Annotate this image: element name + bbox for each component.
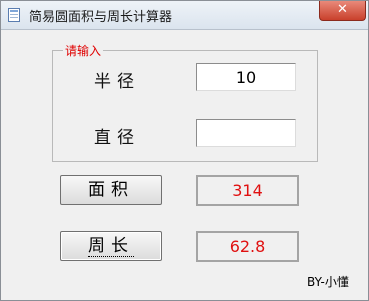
area-output: 314 <box>196 175 299 206</box>
perimeter-output: 62.8 <box>196 231 299 262</box>
author-byline: BY-小懂 <box>307 275 349 289</box>
close-button[interactable]: ✕ <box>319 1 366 21</box>
group-legend: 请输入 <box>63 42 104 59</box>
perimeter-button-label: 周长 <box>88 236 134 257</box>
radius-field[interactable] <box>196 63 296 91</box>
window-title: 简易圆面积与周长计算器 <box>29 10 173 25</box>
app-icon <box>8 8 20 22</box>
close-icon: ✕ <box>337 2 348 17</box>
client-area: 请输入 半径 直径 面积 314 周长 62.8 BY-小懂 <box>2 30 367 299</box>
radius-input[interactable] <box>197 64 295 90</box>
perimeter-button[interactable]: 周长 <box>60 231 162 261</box>
radius-label: 半径 <box>94 72 140 92</box>
diameter-field[interactable] <box>196 119 296 147</box>
app-window: 简易圆面积与周长计算器 ✕ 请输入 半径 直径 面积 314 周长 62.8 B… <box>0 0 369 301</box>
area-button-label: 面积 <box>88 180 134 200</box>
diameter-label: 直径 <box>94 128 140 148</box>
diameter-input[interactable] <box>197 120 295 146</box>
area-button[interactable]: 面积 <box>60 175 162 205</box>
title-bar[interactable]: 简易圆面积与周长计算器 ✕ <box>1 1 368 30</box>
